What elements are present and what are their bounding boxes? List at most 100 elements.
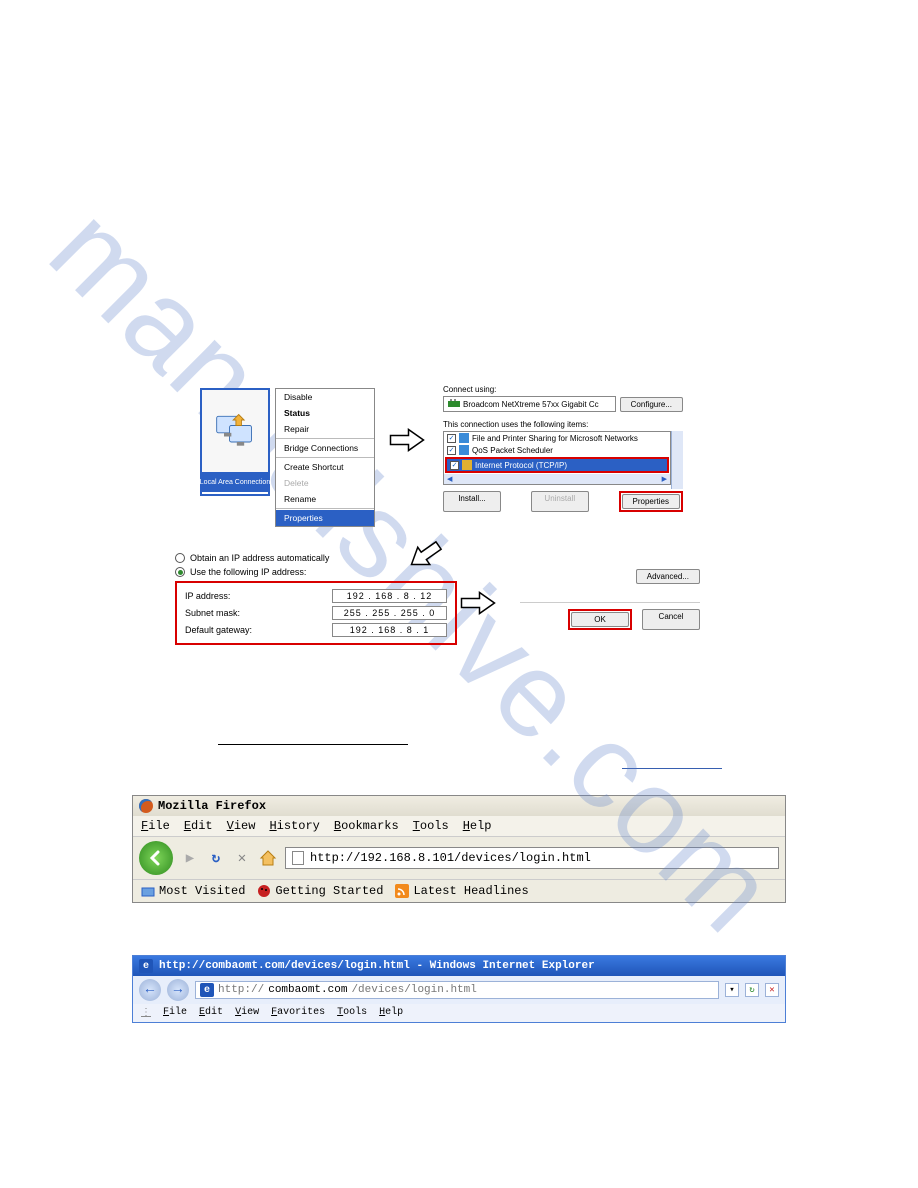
firefox-toolbar: ▶ ↻ ✕ http://192.168.8.101/devices/login… [133, 836, 785, 879]
page-icon [292, 851, 304, 865]
ie-stop-button[interactable]: ✕ [765, 983, 779, 997]
menu-item-repair[interactable]: Repair [276, 421, 374, 437]
ie-menu-view[interactable]: View [235, 1007, 259, 1019]
bookmark-label: Getting Started [275, 884, 383, 898]
checkbox-icon[interactable]: ✓ [450, 461, 459, 470]
connection-properties-panel: Connect using: Broadcom NetXtreme 57xx G… [443, 385, 683, 512]
radio-label: Use the following IP address: [190, 567, 306, 577]
ie-url-rest: /devices/login.html [351, 984, 476, 996]
checkbox-icon[interactable]: ✓ [447, 446, 456, 455]
vertical-scrollbar[interactable] [671, 431, 683, 489]
ip-address-field[interactable]: 192 . 168 . 8 . 12 [332, 589, 447, 603]
properties-button-highlight: Properties [619, 491, 683, 512]
service-icon [459, 445, 469, 455]
arrow-right-icon [460, 588, 496, 618]
configure-button[interactable]: Configure... [620, 397, 683, 412]
ie-titlebar: e http://combaomt.com/devices/login.html… [133, 956, 785, 976]
ie-page-icon: e [200, 983, 214, 997]
components-listbox[interactable]: ✓ File and Printer Sharing for Microsoft… [443, 431, 671, 485]
local-area-connection-icon[interactable]: Local Area Connection [200, 388, 270, 496]
home-button[interactable] [259, 849, 277, 867]
ie-toolbar: ← → e http://combaomt.com/devices/login.… [133, 976, 785, 1004]
radio-label: Obtain an IP address automatically [190, 553, 329, 563]
menu-tools[interactable]: Tools [413, 819, 449, 833]
ie-refresh-button[interactable]: ↻ [745, 983, 759, 997]
local-area-connection-label: Local Area Connection [202, 472, 268, 492]
nic-icon [448, 399, 460, 409]
ip-address-label: IP address: [185, 591, 332, 601]
bookmark-getting-started[interactable]: Getting Started [257, 884, 383, 898]
radio-obtain-auto[interactable]: Obtain an IP address automatically [175, 553, 457, 563]
forward-button[interactable]: ▶ [181, 849, 199, 867]
uninstall-button: Uninstall [531, 491, 589, 512]
uses-items-label: This connection uses the following items… [443, 420, 683, 429]
stop-button[interactable]: ✕ [233, 849, 251, 867]
menu-item-shortcut[interactable]: Create Shortcut [276, 459, 374, 475]
ie-menubar: ⋮ File Edit View Favorites Tools Help [133, 1004, 785, 1022]
menu-view[interactable]: View [227, 819, 256, 833]
ie-forward-button[interactable]: → [167, 979, 189, 1001]
cancel-button[interactable]: Cancel [642, 609, 700, 630]
folder-icon [141, 884, 155, 898]
subnet-mask-field[interactable]: 255 . 255 . 255 . 0 [332, 606, 447, 620]
context-menu: Disable Status Repair Bridge Connections… [275, 388, 375, 527]
ie-menu-edit[interactable]: Edit [199, 1007, 223, 1019]
horizontal-rule [218, 744, 408, 745]
radio-use-following[interactable]: Use the following IP address: [175, 567, 457, 577]
ok-cancel-panel: Advanced... OK Cancel [520, 569, 700, 630]
back-button[interactable] [139, 841, 173, 875]
firefox-window: Mozilla Firefox File Edit View History B… [132, 795, 786, 903]
firefox-bookmarks-bar: Most Visited Getting Started Latest Head… [133, 879, 785, 902]
ok-button[interactable]: OK [571, 612, 629, 627]
advanced-button[interactable]: Advanced... [636, 569, 700, 584]
ie-menu-favorites[interactable]: Favorites [271, 1007, 325, 1019]
ie-dropdown-button[interactable]: ▾ [725, 983, 739, 997]
menu-item-bridge[interactable]: Bridge Connections [276, 440, 374, 456]
network-adapter-icon [202, 390, 268, 472]
firefox-url-field[interactable]: http://192.168.8.101/devices/login.html [285, 847, 779, 869]
protocol-icon [462, 460, 472, 470]
service-icon [459, 433, 469, 443]
horizontal-scrollbar[interactable]: ◀▶ [444, 474, 670, 484]
item-label: File and Printer Sharing for Microsoft N… [472, 434, 638, 443]
menu-file[interactable]: File [141, 819, 170, 833]
bookmark-latest-headlines[interactable]: Latest Headlines [395, 884, 528, 898]
ip-grid-highlight: IP address: 192 . 168 . 8 . 12 Subnet ma… [175, 581, 457, 645]
menu-edit[interactable]: Edit [184, 819, 213, 833]
ie-menu-file[interactable]: File [163, 1007, 187, 1019]
ie-menu-tools[interactable]: Tools [337, 1007, 367, 1019]
bookmark-label: Most Visited [159, 884, 245, 898]
menu-item-properties[interactable]: Properties [276, 510, 374, 526]
ie-window: e http://combaomt.com/devices/login.html… [132, 955, 786, 1023]
bookmark-most-visited[interactable]: Most Visited [141, 884, 245, 898]
item-label: Internet Protocol (TCP/IP) [475, 461, 567, 470]
ip-settings-panel: Obtain an IP address automatically Use t… [175, 553, 457, 645]
default-gateway-field[interactable]: 192 . 168 . 8 . 1 [332, 623, 447, 637]
ie-menu-help[interactable]: Help [379, 1007, 403, 1019]
firefox-menubar: File Edit View History Bookmarks Tools H… [133, 816, 785, 836]
menu-history[interactable]: History [269, 819, 319, 833]
ok-button-highlight: OK [568, 609, 632, 630]
properties-button[interactable]: Properties [622, 494, 680, 509]
ie-title: http://combaomt.com/devices/login.html -… [159, 960, 595, 972]
item-label: QoS Packet Scheduler [472, 446, 553, 455]
checkbox-icon[interactable]: ✓ [447, 434, 456, 443]
adapter-name-box: Broadcom NetXtreme 57xx Gigabit Cc [443, 396, 616, 412]
menu-item-disable[interactable]: Disable [276, 389, 374, 405]
ladybug-icon [257, 884, 271, 898]
link-underline [622, 768, 722, 769]
ip-config-figure: Local Area Connection Disable Status Rep… [175, 385, 715, 665]
firefox-title: Mozilla Firefox [158, 799, 266, 813]
reload-button[interactable]: ↻ [207, 849, 225, 867]
firefox-icon [139, 799, 153, 813]
install-button[interactable]: Install... [443, 491, 501, 512]
menu-help[interactable]: Help [463, 819, 492, 833]
menu-item-status[interactable]: Status [276, 405, 374, 421]
menu-bookmarks[interactable]: Bookmarks [334, 819, 399, 833]
list-item-tcpip[interactable]: ✓ Internet Protocol (TCP/IP) [447, 459, 667, 471]
menu-item-rename[interactable]: Rename [276, 491, 374, 507]
ie-back-button[interactable]: ← [139, 979, 161, 1001]
ie-url-field[interactable]: e http://combaomt.com/devices/login.html [195, 981, 719, 999]
list-item: ✓ File and Printer Sharing for Microsoft… [444, 432, 670, 444]
ie-url-prefix: http:// [218, 984, 264, 996]
